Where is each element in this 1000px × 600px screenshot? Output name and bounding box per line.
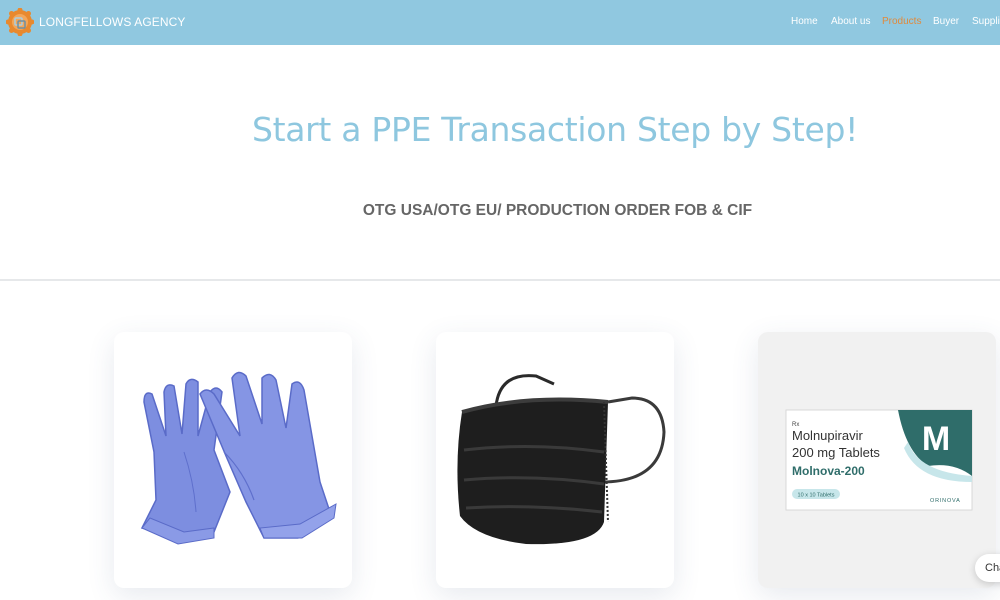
hero-subtitle: OTG USA/OTG EU/ PRODUCTION ORDER FOB & C… <box>362 202 753 219</box>
section-divider <box>0 279 1000 281</box>
box-brand: Molnova-200 <box>792 464 865 478</box>
nav-buyer[interactable]: Buyer <box>933 16 959 27</box>
nav-supplier[interactable]: Supplie <box>972 16 1000 27</box>
nav-home[interactable]: Home <box>791 16 818 27</box>
hero-title: Start a PPE Transaction Step by Step! <box>251 110 859 149</box>
nav-about-us[interactable]: About us <box>831 16 870 27</box>
face-mask-icon <box>457 374 666 545</box>
medicine-box-icon: M Rx Molnupiravir 200 mg Tablets Molnova… <box>785 409 973 511</box>
box-letter: M <box>922 420 950 458</box>
nitrile-gloves-icon <box>140 371 337 545</box>
product-card-medicine[interactable]: M Rx Molnupiravir 200 mg Tablets Molnova… <box>758 332 996 588</box>
chat-button[interactable]: Cha <box>975 554 1000 582</box>
box-count: 10 x 10 Tablets <box>798 493 835 499</box>
main-nav: Home About us Products Buyer Supplie <box>0 16 1000 30</box>
product-card-gloves[interactable] <box>114 332 352 588</box>
product-card-mask[interactable] <box>436 332 674 588</box>
box-maker: ORINOVA <box>930 498 961 504</box>
box-dosage: 200 mg Tablets <box>792 445 880 460</box>
site-header: LONGFELLOWS AGENCY Home About us Product… <box>0 0 1000 45</box>
nav-products[interactable]: Products <box>882 16 921 27</box>
box-drug-name: Molnupiravir <box>792 428 863 443</box>
chat-label: Cha <box>985 562 1000 574</box>
